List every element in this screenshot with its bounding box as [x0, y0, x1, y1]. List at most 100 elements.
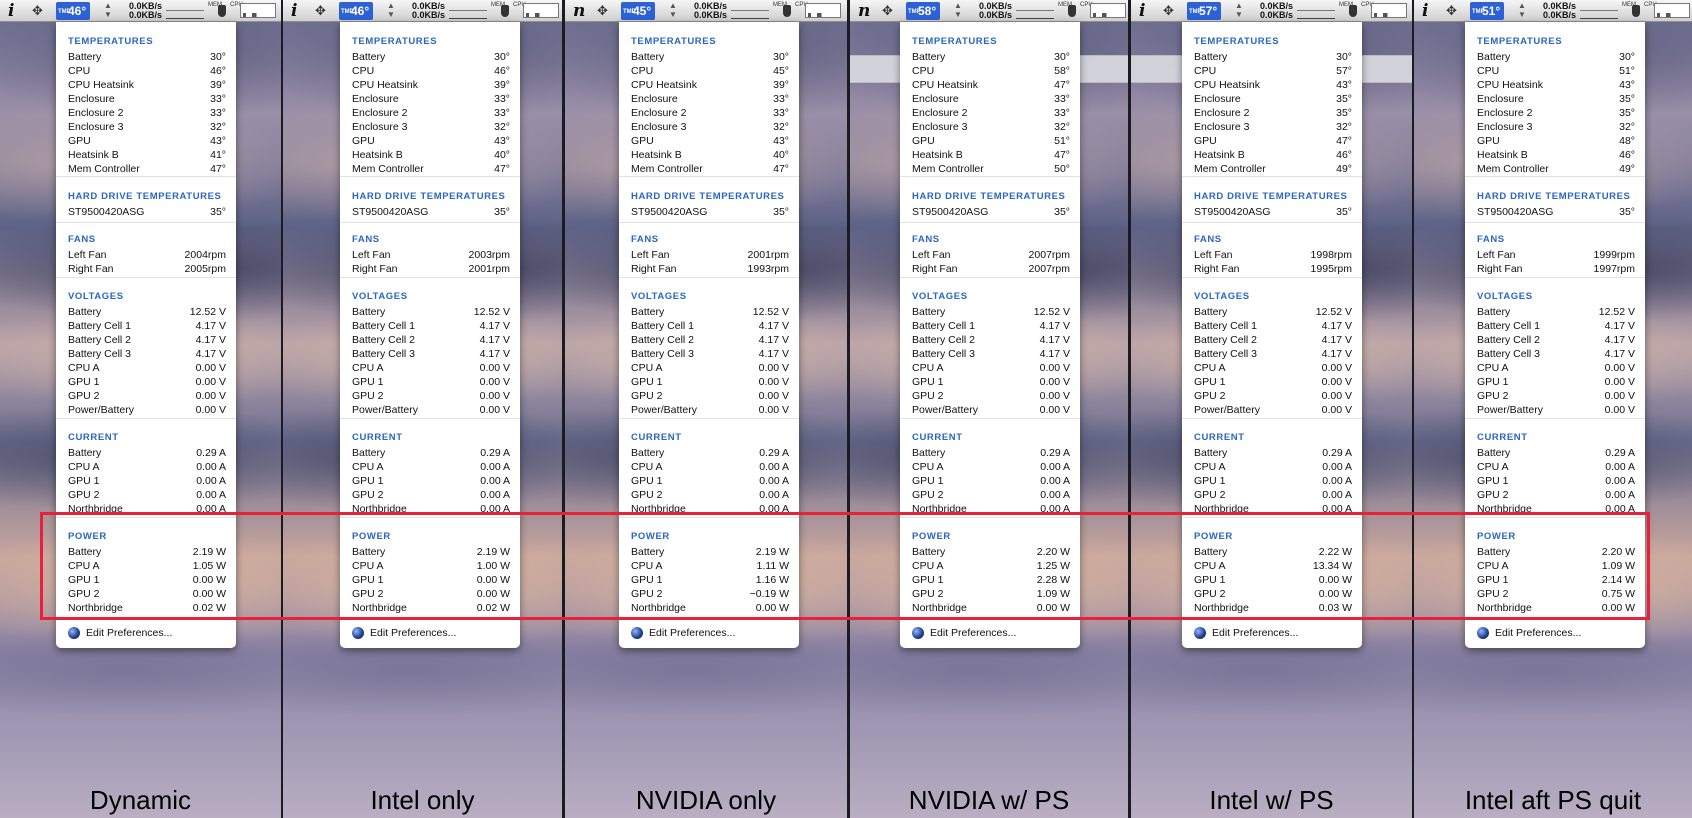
sensor-row[interactable]: Enclosure 33°: [68, 92, 226, 106]
sensor-row[interactable]: CPU A 0.00 V: [1477, 361, 1635, 375]
sensor-row[interactable]: CPU 45°: [631, 64, 789, 78]
sensor-row[interactable]: Right Fan 2005rpm: [68, 262, 226, 276]
sensor-row[interactable]: Battery 2.20 W: [912, 545, 1070, 559]
sensor-row[interactable]: ST9500420ASG 35°: [352, 205, 510, 219]
sensor-row[interactable]: Enclosure 2 35°: [1477, 106, 1635, 120]
sensor-row[interactable]: GPU 2 0.00 W: [1194, 587, 1352, 601]
edit-preferences-item[interactable]: Edit Preferences...: [1194, 624, 1354, 642]
temperature-menu-extra[interactable]: TMP58°: [906, 2, 941, 20]
network-throughput[interactable]: 0.0KB/s 0.0KB/s: [1538, 2, 1576, 20]
sensor-row[interactable]: Battery 30°: [631, 50, 789, 64]
sensor-row[interactable]: Left Fan 2004rpm: [68, 248, 226, 262]
sensor-row[interactable]: CPU A 0.00 V: [912, 361, 1070, 375]
sensor-row[interactable]: Battery Cell 3 4.17 V: [912, 347, 1070, 361]
nvidia-gpu-icon[interactable]: n: [858, 1, 870, 21]
sensor-row[interactable]: Left Fan 2001rpm: [631, 248, 789, 262]
sensor-row[interactable]: Power/Battery 0.00 V: [352, 403, 510, 417]
info-icon[interactable]: i: [1422, 1, 1428, 21]
sensor-row[interactable]: Battery Cell 2 4.17 V: [1194, 333, 1352, 347]
info-icon[interactable]: i: [1139, 1, 1145, 21]
sensor-row[interactable]: Northbridge 0.02 W: [352, 601, 510, 615]
sensor-row[interactable]: CPU 51°: [1477, 64, 1635, 78]
sensor-row[interactable]: GPU 1 0.00 A: [631, 474, 789, 488]
sensor-row[interactable]: Battery Cell 2 4.17 V: [631, 333, 789, 347]
sensor-row[interactable]: GPU 2 0.00 A: [1477, 488, 1635, 502]
move-icon[interactable]: ✥: [882, 3, 893, 19]
sensor-row[interactable]: Northbridge 0.00 W: [1477, 601, 1635, 615]
info-icon[interactable]: i: [291, 1, 297, 21]
sensor-row[interactable]: GPU 2 0.00 V: [352, 389, 510, 403]
sensor-row[interactable]: Northbridge 0.00 W: [912, 601, 1070, 615]
sensor-row[interactable]: Battery 0.29 A: [1194, 446, 1352, 460]
edit-preferences-item[interactable]: Edit Preferences...: [631, 624, 791, 642]
sensor-row[interactable]: CPU A 0.00 V: [631, 361, 789, 375]
info-icon[interactable]: i: [8, 1, 14, 21]
sensor-row[interactable]: ST9500420ASG 35°: [912, 205, 1070, 219]
sensor-row[interactable]: Battery Cell 1 4.17 V: [68, 319, 226, 333]
sensor-row[interactable]: Mem Controller 47°: [631, 162, 789, 176]
move-icon[interactable]: ✥: [315, 3, 326, 19]
sensor-row[interactable]: Battery 2.22 W: [1194, 545, 1352, 559]
sensor-row[interactable]: CPU A 0.00 A: [912, 460, 1070, 474]
sensor-row[interactable]: Left Fan 1998rpm: [1194, 248, 1352, 262]
sensor-row[interactable]: GPU 2 0.00 W: [68, 587, 226, 601]
sensor-row[interactable]: CPU Heatsink 39°: [68, 78, 226, 92]
edit-preferences-item[interactable]: Edit Preferences...: [352, 624, 512, 642]
sensor-row[interactable]: Northbridge 0.00 A: [352, 502, 510, 516]
sensor-row[interactable]: Power/Battery 0.00 V: [1477, 403, 1635, 417]
disk-icon[interactable]: [1632, 5, 1640, 17]
sensor-row[interactable]: GPU 2 0.00 V: [631, 389, 789, 403]
sensor-row[interactable]: CPU A 0.00 A: [631, 460, 789, 474]
sensor-row[interactable]: GPU 1 0.00 V: [352, 375, 510, 389]
sensor-row[interactable]: Enclosure 2 33°: [631, 106, 789, 120]
sensor-row[interactable]: Enclosure 3 32°: [1477, 120, 1635, 134]
sensor-row[interactable]: GPU 51°: [912, 134, 1070, 148]
sensor-row[interactable]: GPU 1 0.00 W: [1194, 573, 1352, 587]
sensor-row[interactable]: Battery Cell 3 4.17 V: [68, 347, 226, 361]
sensor-row[interactable]: Enclosure 2 35°: [1194, 106, 1352, 120]
move-icon[interactable]: ✥: [32, 3, 43, 19]
cpu-graph[interactable]: [1654, 3, 1690, 18]
sensor-row[interactable]: Power/Battery 0.00 V: [912, 403, 1070, 417]
sensor-row[interactable]: Battery 0.29 A: [68, 446, 226, 460]
sensor-row[interactable]: Mem Controller 47°: [352, 162, 510, 176]
sensor-row[interactable]: Battery 30°: [352, 50, 510, 64]
sensor-row[interactable]: Battery Cell 2 4.17 V: [352, 333, 510, 347]
sensor-row[interactable]: Power/Battery 0.00 V: [1194, 403, 1352, 417]
sensor-row[interactable]: Heatsink B 47°: [912, 148, 1070, 162]
cpu-graph[interactable]: [805, 3, 841, 18]
sensor-row[interactable]: Right Fan 2007rpm: [912, 262, 1070, 276]
sensor-row[interactable]: Power/Battery 0.00 V: [68, 403, 226, 417]
edit-preferences-item[interactable]: Edit Preferences...: [68, 624, 228, 642]
cpu-graph[interactable]: [523, 3, 559, 18]
sensor-row[interactable]: GPU 1 2.28 W: [912, 573, 1070, 587]
sensor-row[interactable]: Enclosure 2 33°: [912, 106, 1070, 120]
sensor-row[interactable]: Right Fan 1993rpm: [631, 262, 789, 276]
sensor-row[interactable]: CPU A 0.00 A: [68, 460, 226, 474]
sensor-row[interactable]: GPU 2 0.75 W: [1477, 587, 1635, 601]
sensor-row[interactable]: CPU A 0.00 V: [352, 361, 510, 375]
sensor-row[interactable]: GPU 2 0.00 V: [68, 389, 226, 403]
sensor-row[interactable]: GPU 2 0.00 W: [352, 587, 510, 601]
sensor-row[interactable]: CPU A 1.09 W: [1477, 559, 1635, 573]
sensor-row[interactable]: Mem Controller 49°: [1477, 162, 1635, 176]
sensor-row[interactable]: CPU Heatsink 43°: [1194, 78, 1352, 92]
sensor-row[interactable]: CPU A 13.34 W: [1194, 559, 1352, 573]
sensor-row[interactable]: Battery Cell 1 4.17 V: [1477, 319, 1635, 333]
disk-icon[interactable]: [218, 5, 226, 17]
sensor-row[interactable]: Heatsink B 40°: [352, 148, 510, 162]
sensor-row[interactable]: Enclosure 3 32°: [912, 120, 1070, 134]
sensor-row[interactable]: Left Fan 2007rpm: [912, 248, 1070, 262]
sensor-row[interactable]: Battery 0.29 A: [352, 446, 510, 460]
sensor-row[interactable]: GPU 43°: [68, 134, 226, 148]
sensor-row[interactable]: Northbridge 0.03 W: [1194, 601, 1352, 615]
sensor-row[interactable]: CPU A 0.00 A: [352, 460, 510, 474]
sensor-row[interactable]: Enclosure 33°: [352, 92, 510, 106]
sensor-row[interactable]: GPU 47°: [1194, 134, 1352, 148]
sensor-row[interactable]: Enclosure 3 32°: [631, 120, 789, 134]
sensor-row[interactable]: GPU 2 0.00 A: [912, 488, 1070, 502]
network-throughput[interactable]: 0.0KB/s 0.0KB/s: [1255, 2, 1293, 20]
sensor-row[interactable]: CPU A 0.00 A: [1477, 460, 1635, 474]
sensor-row[interactable]: CPU A 1.25 W: [912, 559, 1070, 573]
sensor-row[interactable]: Battery Cell 3 4.17 V: [1194, 347, 1352, 361]
